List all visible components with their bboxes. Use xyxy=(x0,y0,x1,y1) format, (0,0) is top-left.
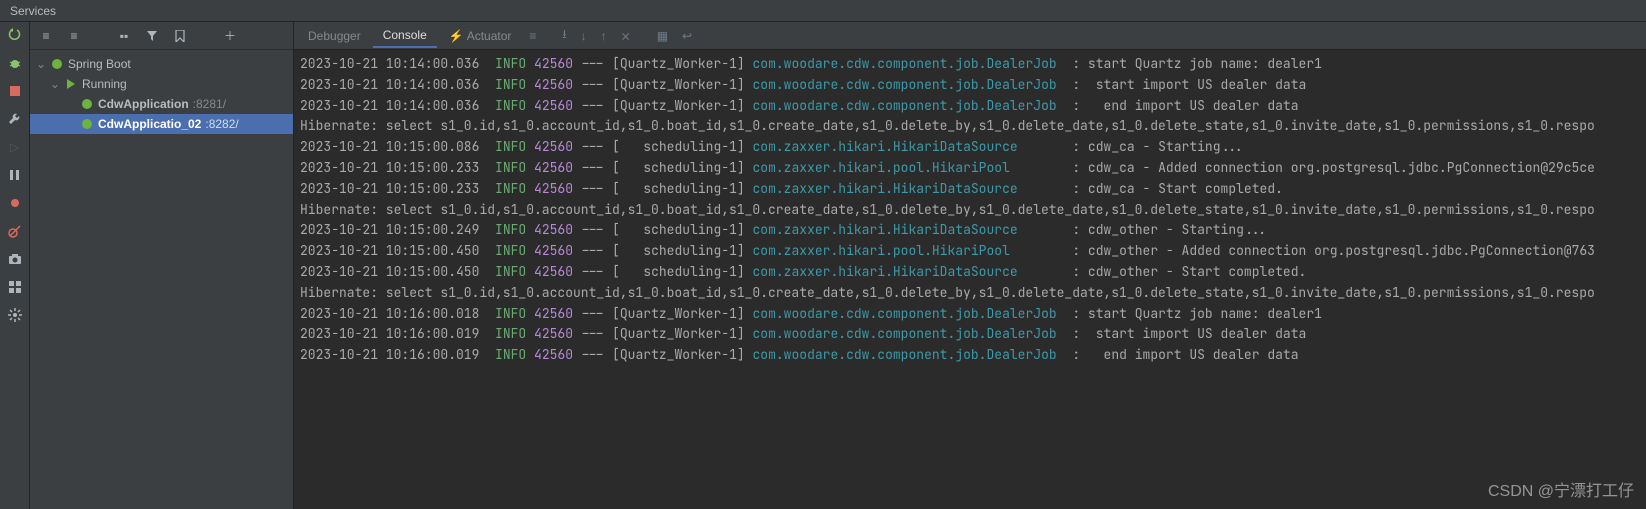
add-icon[interactable]: ＋ xyxy=(222,28,238,44)
tab-debugger[interactable]: Debugger xyxy=(298,25,371,47)
up-icon[interactable]: ↑ xyxy=(595,29,613,43)
actuator-icon: ⚡ xyxy=(449,29,464,43)
down-icon[interactable]: ↓ xyxy=(575,29,593,43)
tree-root[interactable]: ⌄ Spring Boot xyxy=(30,54,293,74)
tab-console[interactable]: Console xyxy=(373,24,437,48)
filter-icon[interactable] xyxy=(144,28,160,44)
tree-running-label: Running xyxy=(82,77,127,91)
pause-icon[interactable] xyxy=(6,166,24,184)
camera-icon[interactable] xyxy=(6,250,24,268)
services-tree-panel: ≡ ≡ ▪▪ ＋ ⌄ Spring Boot ⌄ Running xyxy=(30,22,294,509)
tree-app-port: :8282/ xyxy=(205,117,238,131)
chevron-down-icon: ⌄ xyxy=(36,57,46,71)
layout-icon[interactable] xyxy=(6,278,24,296)
spring-leaf-icon xyxy=(80,97,94,111)
bookmark-icon[interactable] xyxy=(172,28,188,44)
stop-icon[interactable] xyxy=(6,82,24,100)
wrap-icon[interactable]: ↩ xyxy=(676,29,698,43)
right-panel: Debugger Console ⚡Actuator ≡ ⭳ ↓ ↑ ⨯ ▦ ↩… xyxy=(294,22,1646,509)
tree-root-label: Spring Boot xyxy=(68,57,131,71)
tree-running[interactable]: ⌄ Running xyxy=(30,74,293,94)
tree-app-name: CdwApplicatio_02 xyxy=(98,117,201,131)
grid-icon[interactable]: ▦ xyxy=(651,29,674,43)
tree-toolbar: ≡ ≡ ▪▪ ＋ xyxy=(30,22,293,50)
group-icon[interactable]: ▪▪ xyxy=(116,28,132,44)
left-icon-bar: ▷ xyxy=(0,22,30,509)
red-dot-icon[interactable] xyxy=(6,194,24,212)
wrench-icon[interactable] xyxy=(6,110,24,128)
clear-icon[interactable]: ⨯ xyxy=(615,29,637,43)
spring-leaf-icon xyxy=(80,117,94,131)
rerun-icon[interactable] xyxy=(6,26,24,44)
services-tree: ⌄ Spring Boot ⌄ Running CdwApplication :… xyxy=(30,50,293,509)
mute-bp-icon[interactable] xyxy=(6,222,24,240)
soft-wrap-icon[interactable]: ≡ xyxy=(523,29,542,43)
gear-icon[interactable] xyxy=(6,306,24,324)
collapse-all-icon[interactable]: ≡ xyxy=(66,28,82,44)
tree-app-port: :8281/ xyxy=(193,97,226,111)
panel-title-bar: Services xyxy=(0,0,1646,22)
expand-all-icon[interactable]: ≡ xyxy=(38,28,54,44)
tree-app-name: CdwApplication xyxy=(98,97,189,111)
console-tabs-bar: Debugger Console ⚡Actuator ≡ ⭳ ↓ ↑ ⨯ ▦ ↩ xyxy=(294,22,1646,50)
chevron-down-icon: ⌄ xyxy=(50,77,60,91)
console-output[interactable]: 2023-10-21 10:14:00.036 INFO 42560 --- [… xyxy=(294,50,1646,509)
step-over-icon[interactable]: ▷ xyxy=(6,138,24,156)
main-area: ▷ ≡ ≡ ▪▪ ＋ ⌄ Spring Boot ⌄ xyxy=(0,22,1646,509)
spring-icon xyxy=(50,57,64,71)
play-icon xyxy=(64,77,78,91)
panel-title: Services xyxy=(10,4,56,18)
tree-app-1[interactable]: CdwApplicatio_02 :8282/ xyxy=(30,114,293,134)
tree-app-0[interactable]: CdwApplication :8281/ xyxy=(30,94,293,114)
tab-actuator[interactable]: ⚡Actuator xyxy=(439,25,522,47)
scroll-end-icon[interactable]: ⭳ xyxy=(556,25,572,46)
bug-icon[interactable] xyxy=(6,54,24,72)
